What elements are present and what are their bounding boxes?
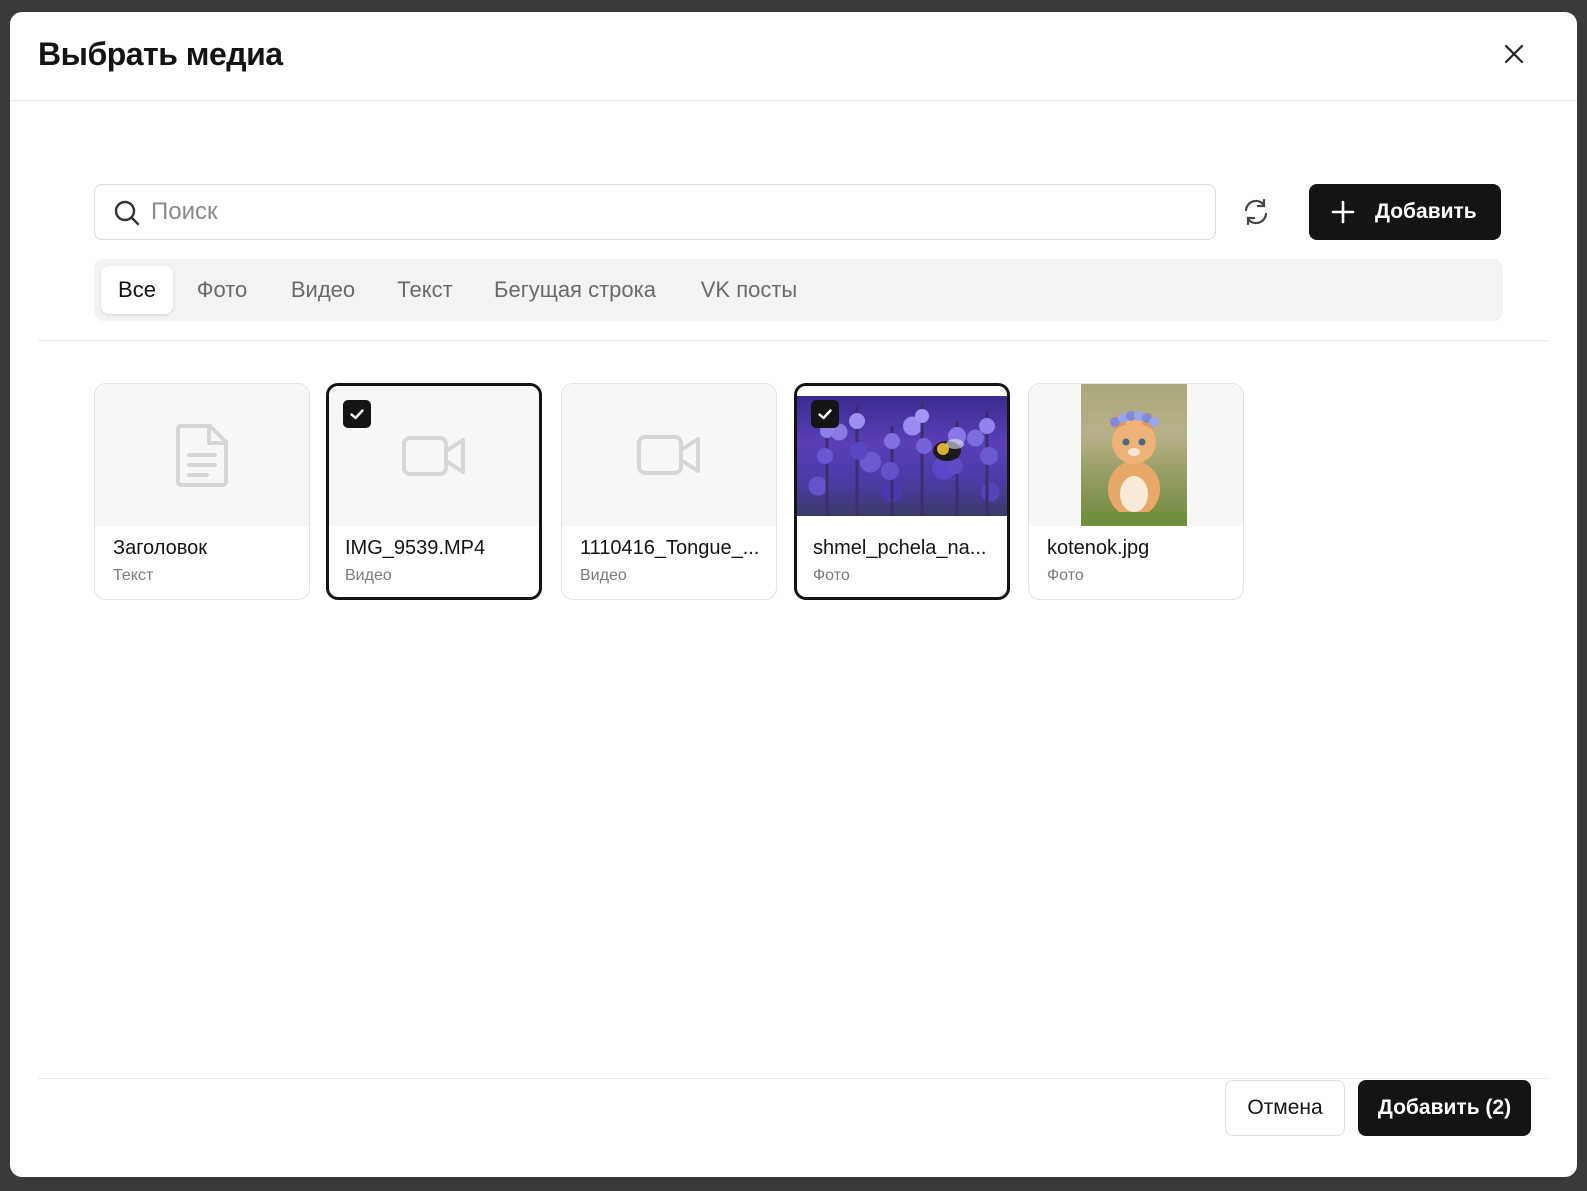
media-name: kotenok.jpg	[1047, 537, 1150, 559]
check-icon	[818, 409, 832, 420]
tab-vk-posts[interactable]: VK посты	[685, 266, 813, 314]
media-name: Заголовок	[113, 537, 208, 559]
dialog-header: Выбрать медиа	[10, 12, 1577, 101]
video-camera-icon	[402, 436, 465, 476]
document-icon	[176, 424, 228, 487]
media-type: Фото	[813, 567, 850, 584]
media-name: 1110416_Tongue_...	[580, 537, 760, 559]
divider	[38, 340, 1548, 341]
media-name: shmel_pchela_na...	[813, 537, 987, 559]
selected-checkbox[interactable]	[811, 400, 839, 428]
selected-checkbox[interactable]	[343, 400, 371, 428]
search-field[interactable]	[94, 184, 1216, 240]
media-card-header-text[interactable]: Заголовок Текст	[94, 383, 310, 600]
media-toolbar: Добавить	[94, 184, 1503, 240]
add-media-label: Добавить	[1375, 200, 1477, 223]
media-type: Фото	[1047, 567, 1084, 584]
media-type: Видео	[345, 567, 392, 584]
media-card-photo-selected[interactable]: shmel_pchela_na... Фото	[794, 383, 1010, 600]
media-thumbnail	[1029, 384, 1243, 526]
tab-text[interactable]: Текст	[385, 266, 465, 314]
media-type: Видео	[580, 567, 627, 584]
media-card-video[interactable]: 1110416_Tongue_... Видео	[561, 383, 777, 600]
media-thumbnail	[562, 384, 776, 526]
tab-all[interactable]: Все	[101, 266, 173, 314]
media-card-photo[interactable]: kotenok.jpg Фото	[1028, 383, 1244, 600]
tab-ticker[interactable]: Бегущая строка	[485, 266, 665, 314]
search-input[interactable]	[151, 185, 1201, 239]
select-media-dialog: Выбрать медиа Доб	[10, 12, 1577, 1177]
tab-video[interactable]: Видео	[278, 266, 368, 314]
check-icon	[350, 409, 364, 420]
video-camera-icon	[637, 435, 700, 475]
kitten-photo	[1081, 384, 1187, 526]
add-media-button[interactable]: Добавить	[1309, 184, 1501, 240]
media-type: Текст	[113, 567, 154, 584]
media-card-video-selected[interactable]: IMG_9539.MP4 Видео	[326, 383, 542, 600]
close-icon	[1504, 44, 1524, 64]
confirm-add-button[interactable]: Добавить (2)	[1358, 1080, 1531, 1136]
media-type-tabs: Все Фото Видео Текст Бегущая строка VK п…	[94, 259, 1503, 321]
plus-icon	[1331, 200, 1355, 224]
refresh-icon	[1244, 198, 1268, 226]
tab-photo[interactable]: Фото	[186, 266, 258, 314]
footer-divider	[38, 1078, 1548, 1079]
cancel-button[interactable]: Отмена	[1225, 1080, 1345, 1136]
search-icon	[114, 200, 140, 226]
refresh-button[interactable]	[1234, 190, 1278, 234]
close-button[interactable]	[1496, 36, 1532, 72]
media-thumbnail	[95, 384, 309, 526]
media-name: IMG_9539.MP4	[345, 537, 486, 559]
dialog-title: Выбрать медиа	[38, 36, 283, 72]
